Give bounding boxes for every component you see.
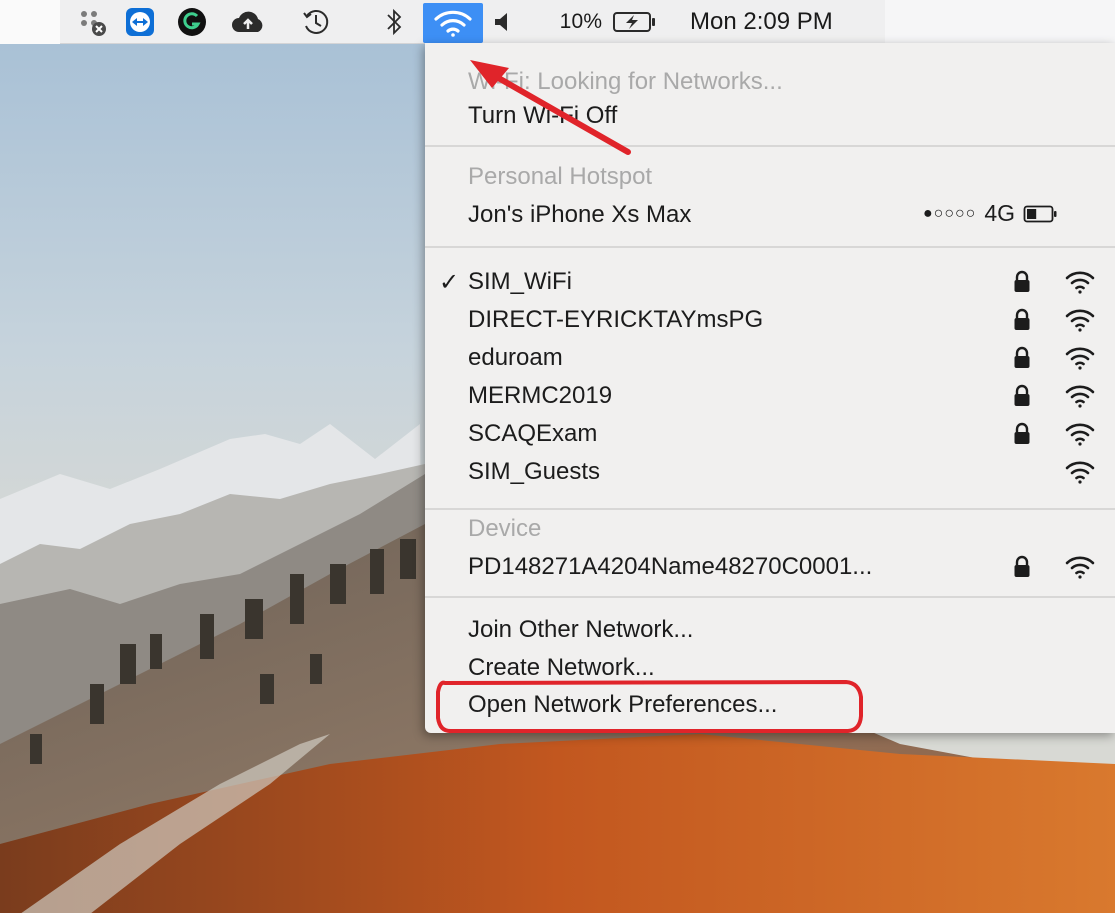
wifi-network-item[interactable]: eduroam — [425, 339, 1115, 377]
join-other-network-label: Join Other Network... — [468, 616, 694, 643]
wifi-status-text: Wi-Fi: Looking for Networks... — [468, 68, 783, 95]
device-network-name: PD148271A4204Name48270C0001... — [468, 553, 873, 580]
wifi-network-item[interactable]: MERMC2019 — [425, 377, 1115, 415]
teamviewer-icon[interactable] — [118, 0, 162, 44]
wifi-network-item[interactable]: ✓ SIM_WiFi — [425, 263, 1115, 301]
lock-icon — [1014, 555, 1030, 577]
menu-separator — [425, 596, 1115, 598]
menu-bar-blank — [0, 0, 60, 44]
wifi-network-item[interactable]: SIM_Guests — [425, 453, 1115, 491]
clock[interactable]: Mon 2:09 PM — [690, 0, 890, 44]
network-type-label: 4G — [984, 200, 1016, 226]
bluetooth-icon[interactable] — [372, 0, 416, 44]
screen-bottom-edge — [0, 913, 1115, 919]
menu-bar: 10% Mon 2:09 PM — [0, 0, 1115, 44]
join-other-network-item[interactable]: Join Other Network... — [425, 611, 1115, 649]
hotspot-info: ●○○○○ 4G — [923, 200, 1059, 227]
wifi-network-item[interactable]: DIRECT-EYRICKTAYmsPG — [425, 301, 1115, 339]
wifi-signal-icon — [1065, 271, 1095, 294]
wifi-network-name: SIM_WiFi — [468, 268, 572, 295]
device-network-item[interactable]: PD148271A4204Name48270C0001... — [425, 548, 1115, 586]
lock-icon — [1014, 422, 1030, 444]
volume-icon[interactable] — [488, 0, 518, 44]
open-network-preferences-item[interactable]: Open Network Preferences... — [425, 686, 1115, 724]
lock-icon — [1014, 270, 1030, 292]
wifi-network-item[interactable]: SCAQExam — [425, 415, 1115, 453]
wifi-network-name: SCAQExam — [468, 420, 598, 447]
grammarly-icon[interactable] — [170, 0, 214, 44]
create-network-item[interactable]: Create Network... — [425, 649, 1115, 687]
wifi-signal-icon — [1065, 309, 1095, 332]
wifi-network-name: eduroam — [468, 344, 563, 371]
extension-icon[interactable] — [70, 0, 114, 44]
menu-separator — [425, 145, 1115, 147]
battery-percent[interactable]: 10% — [553, 0, 609, 44]
wifi-network-name: SIM_Guests — [468, 458, 601, 485]
menu-separator — [425, 246, 1115, 248]
open-network-preferences-label: Open Network Preferences... — [468, 691, 778, 718]
hotspot-name: Jon's iPhone Xs Max — [468, 201, 692, 228]
wifi-signal-icon — [1065, 385, 1095, 408]
menu-bar-right-area — [885, 0, 1115, 44]
lock-icon — [1014, 346, 1030, 368]
wifi-signal-icon — [1065, 461, 1095, 484]
wifi-network-name: DIRECT-EYRICKTAYmsPG — [468, 306, 764, 333]
create-network-label: Create Network... — [468, 654, 655, 681]
wifi-signal-icon — [1065, 423, 1095, 446]
personal-hotspot-title: Personal Hotspot — [468, 163, 653, 190]
battery-charging-icon[interactable] — [610, 0, 660, 44]
wifi-signal-icon — [1065, 556, 1095, 579]
battery-percent-text: 10% — [559, 10, 603, 33]
personal-hotspot-header: Personal Hotspot — [425, 158, 1115, 196]
lock-icon — [1014, 384, 1030, 406]
cellular-signal-dots: ●○○○○ — [923, 204, 977, 222]
wifi-status-row: Wi-Fi: Looking for Networks... — [425, 63, 1115, 101]
wifi-dropdown-menu: Wi-Fi: Looking for Networks... Turn Wi-F… — [425, 43, 1115, 733]
wifi-menu-bar-icon[interactable] — [423, 3, 483, 43]
turn-wifi-off-label: Turn Wi-Fi Off — [468, 102, 618, 129]
selected-checkmark-icon: ✓ — [439, 268, 460, 296]
device-section-header: Device — [425, 510, 1115, 548]
wifi-network-name: MERMC2019 — [468, 382, 613, 409]
time-machine-icon[interactable] — [294, 0, 338, 44]
device-section-title: Device — [468, 515, 542, 542]
turn-wifi-off-item[interactable]: Turn Wi-Fi Off — [425, 97, 1115, 135]
cloud-upload-icon[interactable] — [226, 0, 270, 44]
hotspot-item[interactable]: Jon's iPhone Xs Max ●○○○○ 4G — [425, 196, 1115, 234]
clock-text: Mon 2:09 PM — [690, 8, 833, 35]
hotspot-battery-icon — [1023, 205, 1057, 222]
wifi-signal-icon — [1065, 347, 1095, 370]
lock-icon — [1014, 308, 1030, 330]
